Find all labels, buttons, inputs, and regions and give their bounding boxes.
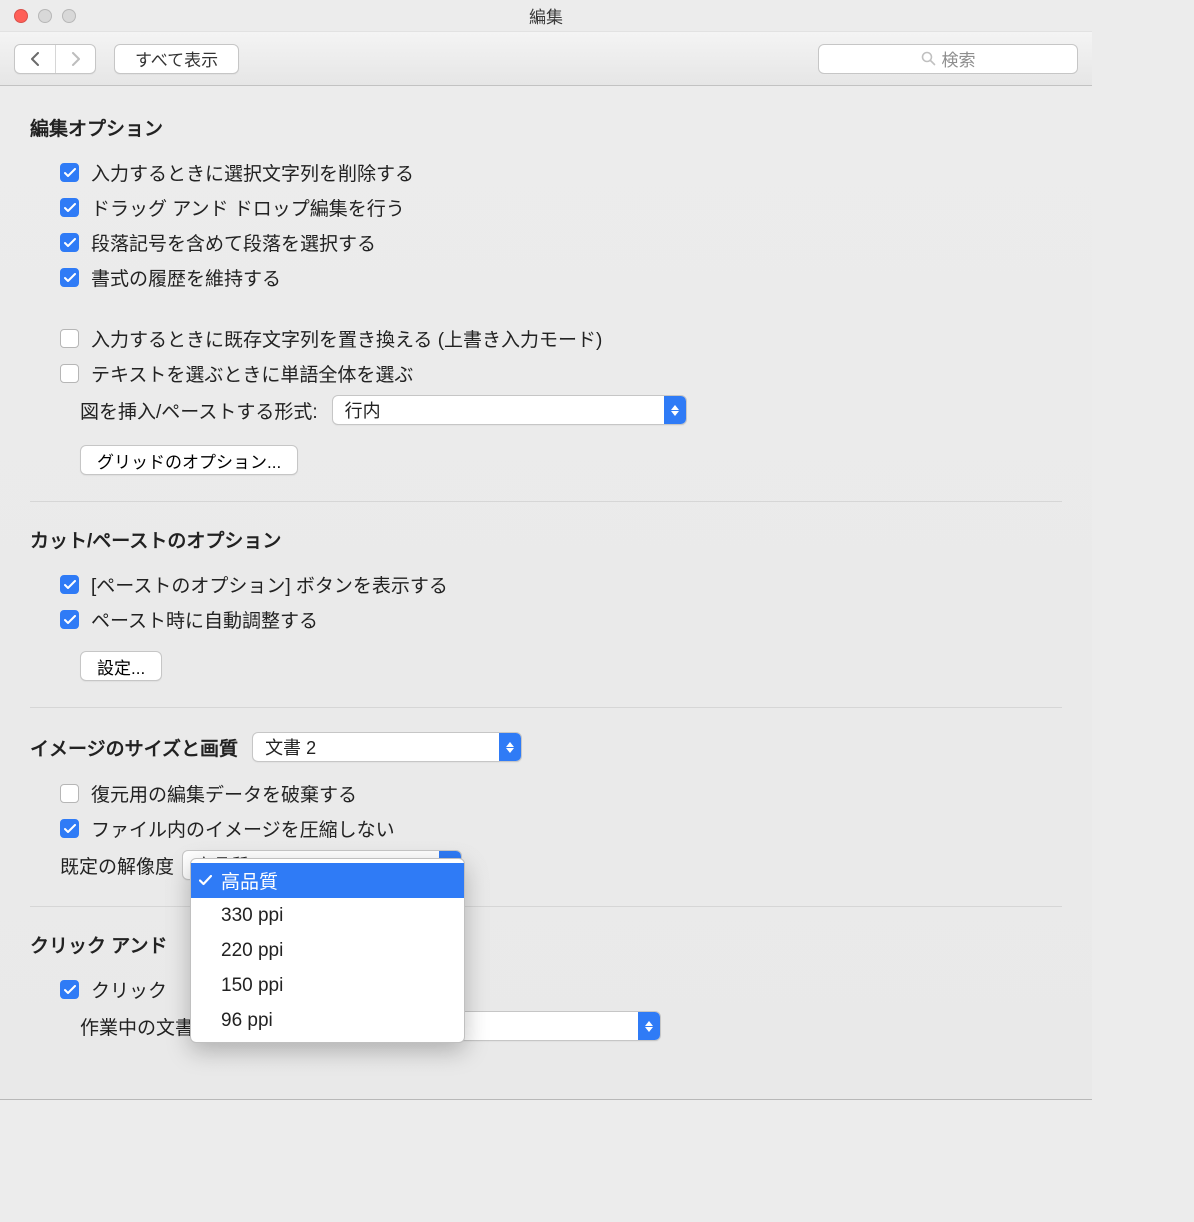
stepper-icon xyxy=(499,733,521,761)
checkbox-row: 書式の履歴を維持する xyxy=(30,260,1062,295)
checkbox-click-type[interactable] xyxy=(60,980,79,999)
search-placeholder: 検索 xyxy=(942,46,976,71)
menu-item-label: 高品質 xyxy=(221,867,278,894)
section-edit-options: 編集オプション 入力するときに選択文字列を削除する ドラッグ アンド ドロップ編… xyxy=(30,114,1062,501)
resolution-row: 既定の解像度 高品質 xyxy=(30,846,1062,884)
menu-item-96ppi[interactable]: 96 ppi xyxy=(191,1003,464,1038)
insert-picture-select[interactable]: 行内 xyxy=(332,395,687,425)
checkbox-label: ファイル内のイメージを圧縮しない xyxy=(91,815,395,842)
chevron-right-icon xyxy=(71,52,81,66)
checkbox-row: テキストを選ぶときに単語全体を選ぶ xyxy=(30,356,1062,391)
preferences-window: 編集 すべて表示 検索 編集オプション 入力するときに選択文字列を削除する xyxy=(0,0,1092,1100)
checkbox-label: 段落記号を含めて段落を選択する xyxy=(91,229,376,256)
menu-item-label: 330 ppi xyxy=(221,905,283,927)
settings-row: 設定... xyxy=(30,647,1062,685)
checkbox-label: [ペーストのオプション] ボタンを表示する xyxy=(91,571,448,598)
menu-item-label: 96 ppi xyxy=(221,1010,273,1032)
toolbar: すべて表示 検索 xyxy=(0,32,1092,86)
menu-item-220ppi[interactable]: 220 ppi xyxy=(191,933,464,968)
checkbox-paragraph-mark[interactable] xyxy=(60,233,79,252)
resolution-label: 既定の解像度 xyxy=(60,852,174,879)
checkbox-smart-paste[interactable] xyxy=(60,610,79,629)
checkbox-no-compress[interactable] xyxy=(60,819,79,838)
menu-item-high-quality[interactable]: 高品質 xyxy=(191,863,464,898)
checkbox-row: [ペーストのオプション] ボタンを表示する xyxy=(30,567,1062,602)
section-heading: イメージのサイズと画質 xyxy=(30,734,238,761)
checkbox-label: テキストを選ぶときに単語全体を選ぶ xyxy=(91,360,413,387)
grid-options-row: グリッドのオプション... xyxy=(30,441,1062,479)
section-heading: カット/ペーストのオプション xyxy=(30,526,1062,553)
section-heading-row: イメージのサイズと画質 文書 2 xyxy=(30,732,1062,762)
checkbox-row: 復元用の編集データを破棄する xyxy=(30,776,1062,811)
checkbox-format-history[interactable] xyxy=(60,268,79,287)
stepper-icon xyxy=(638,1012,660,1040)
checkmark-icon xyxy=(199,870,212,892)
checkbox-row: 入力するときに選択文字列を削除する xyxy=(30,155,1062,190)
menu-item-330ppi[interactable]: 330 ppi xyxy=(191,898,464,933)
insert-picture-row: 図を挿入/ペーストする形式: 行内 xyxy=(30,391,1062,429)
menu-item-150ppi[interactable]: 150 ppi xyxy=(191,968,464,1003)
checkbox-paste-options[interactable] xyxy=(60,575,79,594)
section-heading: クリック アンド xyxy=(30,931,1062,958)
back-button[interactable] xyxy=(15,45,55,73)
content-area: 編集オプション 入力するときに選択文字列を削除する ドラッグ アンド ドロップ編… xyxy=(0,86,1092,1067)
checkbox-discard-edit[interactable] xyxy=(60,784,79,803)
checkbox-label: 復元用の編集データを破棄する xyxy=(91,780,357,807)
settings-button[interactable]: 設定... xyxy=(80,651,162,681)
checkbox-row: クリック xyxy=(30,972,1062,1007)
checkbox-row: ファイル内のイメージを圧縮しない xyxy=(30,811,1062,846)
checkbox-drag-drop[interactable] xyxy=(60,198,79,217)
grid-options-button[interactable]: グリッドのオプション... xyxy=(80,445,298,475)
menu-item-label: 220 ppi xyxy=(221,940,283,962)
checkbox-overtype[interactable] xyxy=(60,329,79,348)
search-field[interactable]: 検索 xyxy=(818,44,1078,74)
checkbox-row: ペースト時に自動調整する xyxy=(30,602,1062,637)
checkbox-delete-selection[interactable] xyxy=(60,163,79,182)
show-all-button[interactable]: すべて表示 xyxy=(114,44,239,74)
checkbox-label: ドラッグ アンド ドロップ編集を行う xyxy=(91,194,405,221)
checkbox-row: 段落記号を含めて段落を選択する xyxy=(30,225,1062,260)
checkbox-row: ドラッグ アンド ドロップ編集を行う xyxy=(30,190,1062,225)
para-style-row: 作業中の文書の既定の段落スタイル: 標準 xyxy=(30,1007,1062,1045)
titlebar: 編集 xyxy=(0,0,1092,32)
checkbox-select-word[interactable] xyxy=(60,364,79,383)
section-image-size: イメージのサイズと画質 文書 2 復元用の編集データを破棄する ファイル内のイメ… xyxy=(30,707,1062,906)
insert-picture-label: 図を挿入/ペーストする形式: xyxy=(80,397,318,424)
select-value: 文書 2 xyxy=(265,734,316,760)
section-click-type: クリック アンド クリック 作業中の文書の既定の段落スタイル: 標準 xyxy=(30,906,1062,1067)
stepper-icon xyxy=(664,396,686,424)
checkbox-row: 入力するときに既存文字列を置き換える (上書き入力モード) xyxy=(30,321,1062,356)
checkbox-label: 書式の履歴を維持する xyxy=(91,264,281,291)
select-value: 行内 xyxy=(345,397,381,423)
section-cut-paste: カット/ペーストのオプション [ペーストのオプション] ボタンを表示する ペース… xyxy=(30,501,1062,707)
checkbox-label: ペースト時に自動調整する xyxy=(91,606,318,633)
nav-segment xyxy=(14,44,96,74)
document-select[interactable]: 文書 2 xyxy=(252,732,522,762)
section-heading: 編集オプション xyxy=(30,114,1062,141)
checkbox-label: 入力するときに既存文字列を置き換える (上書き入力モード) xyxy=(91,325,602,352)
resolution-menu: 高品質 330 ppi 220 ppi 150 ppi 96 ppi xyxy=(190,858,465,1043)
chevron-left-icon xyxy=(30,52,40,66)
window-title: 編集 xyxy=(0,3,1092,28)
checkbox-label: 入力するときに選択文字列を削除する xyxy=(91,159,414,186)
search-icon xyxy=(921,51,936,66)
menu-item-label: 150 ppi xyxy=(221,975,283,997)
checkbox-label: クリック xyxy=(91,976,167,1003)
forward-button[interactable] xyxy=(55,45,95,73)
